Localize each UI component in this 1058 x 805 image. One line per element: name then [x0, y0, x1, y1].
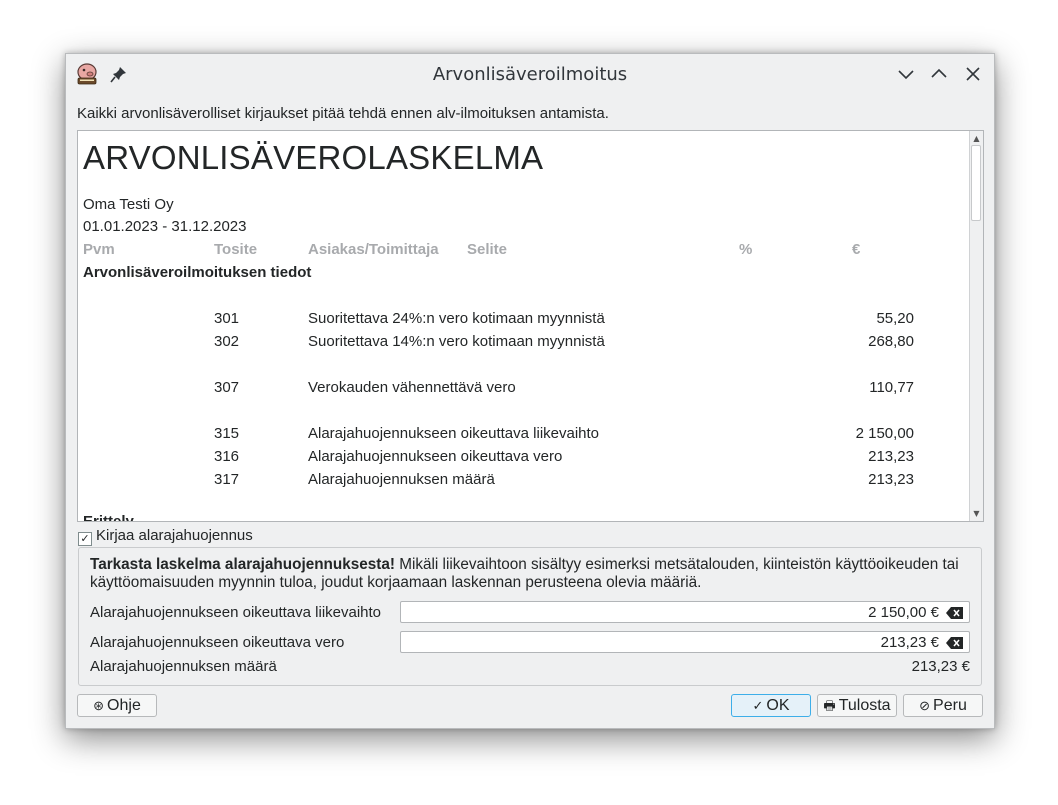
print-button[interactable]: 🖶 Tulosta — [817, 694, 897, 717]
column-header-date: Pvm — [83, 241, 115, 258]
table-row: 307 Verokauden vähennettävä vero 110,77 — [83, 379, 914, 399]
column-header-euro: € — [852, 241, 861, 258]
window-title: Arvonlisäveroilmoitus — [432, 64, 628, 85]
column-header-voucher: Tosite — [214, 241, 258, 258]
report-title: ARVONLISÄVEROLASKELMA — [83, 139, 544, 176]
relief-group: Tarkasta laskelma alarajahuojennuksesta!… — [78, 547, 982, 686]
row-amount: 213,23 — [868, 471, 914, 488]
printer-icon: 🖶 — [823, 698, 836, 713]
print-button-label: Tulosta — [838, 697, 891, 714]
table-row: 301 Suoritettava 24%:n vero kotimaan myy… — [83, 310, 914, 330]
scroll-up-icon[interactable]: ▲ — [972, 134, 981, 143]
company-name: Oma Testi Oy — [83, 196, 174, 213]
vertical-scrollbar[interactable]: ▲ ▼ — [969, 131, 983, 521]
turnover-input[interactable]: 2 150,00 € — [400, 601, 970, 623]
table-row: 317 Alarajahuojennuksen määrä 213,23 — [83, 471, 914, 491]
row-description: Alarajahuojennuksen määrä — [308, 471, 495, 488]
scrollbar-thumb[interactable] — [971, 145, 981, 221]
turnover-label: Alarajahuojennukseen oikeuttava liikevai… — [90, 604, 382, 621]
row-code: 316 — [214, 448, 240, 465]
cancel-icon: ⊘ — [919, 698, 931, 713]
vat-report-dialog: Arvonlisäveroilmoitus Kaikki arvonlisäve… — [65, 53, 995, 729]
row-description: Alarajahuojennukseen oikeuttava liikevai… — [308, 425, 600, 442]
row-description: Verokauden vähennettävä vero — [308, 379, 516, 396]
relief-amount-label: Alarajahuojennuksen määrä — [90, 658, 277, 675]
report-content: ARVONLISÄVEROLASKELMA Oma Testi Oy 01.01… — [83, 131, 969, 521]
column-header-description: Selite — [467, 241, 508, 258]
cut-off-section-title: Erittely — [83, 513, 134, 522]
minimize-button[interactable] — [896, 64, 916, 84]
table-row: 302 Suoritettava 14%:n vero kotimaan myy… — [83, 333, 914, 353]
row-description: Alarajahuojennukseen oikeuttava vero — [308, 448, 563, 465]
relief-warning: Tarkasta laskelma alarajahuojennuksesta!… — [90, 556, 971, 592]
chevron-up-icon — [931, 68, 947, 78]
relief-amount-value: 213,23 € — [911, 658, 970, 675]
row-code: 302 — [214, 333, 240, 350]
row-amount: 110,77 — [869, 379, 914, 396]
apply-relief-checkbox[interactable]: ✓ Kirjaa alarajahuojennus — [78, 527, 253, 546]
close-button[interactable] — [963, 64, 983, 84]
cancel-button-label: Peru — [933, 697, 967, 714]
help-icon: ⊛ — [93, 698, 105, 713]
checkmark-icon: ✓ — [752, 698, 764, 713]
section-title: Arvonlisäveroilmoituksen tiedot — [83, 264, 312, 281]
row-code: 317 — [214, 471, 240, 488]
clear-icon[interactable] — [946, 637, 963, 649]
help-button[interactable]: ⊛ Ohje — [77, 694, 157, 717]
table-row: 316 Alarajahuojennukseen oikeuttava vero… — [83, 448, 914, 468]
row-code: 301 — [214, 310, 240, 327]
ok-button[interactable]: ✓ OK — [731, 694, 811, 717]
row-code: 315 — [214, 425, 240, 442]
title-bar[interactable]: Arvonlisäveroilmoitus — [66, 54, 994, 94]
checkbox-label: Kirjaa alarajahuojennus — [96, 527, 253, 544]
turnover-value: 2 150,00 € — [868, 604, 939, 621]
table-row: 315 Alarajahuojennukseen oikeuttava liik… — [83, 425, 914, 445]
report-period: 01.01.2023 - 31.12.2023 — [83, 218, 247, 235]
row-amount: 268,80 — [868, 333, 914, 350]
info-text: Kaikki arvonlisäverolliset kirjaukset pi… — [77, 105, 609, 122]
tax-input[interactable]: 213,23 € — [400, 631, 970, 653]
row-description: Suoritettava 14%:n vero kotimaan myynnis… — [308, 333, 605, 350]
help-button-label: Ohje — [107, 697, 141, 714]
scroll-down-icon[interactable]: ▼ — [972, 509, 981, 518]
clear-icon[interactable] — [946, 607, 963, 619]
tax-label: Alarajahuojennukseen oikeuttava vero — [90, 634, 345, 651]
report-view[interactable]: ARVONLISÄVEROLASKELMA Oma Testi Oy 01.01… — [77, 130, 984, 522]
cancel-button[interactable]: ⊘ Peru — [903, 694, 983, 717]
warning-bold: Tarkasta laskelma alarajahuojennuksesta! — [90, 556, 395, 573]
row-amount: 213,23 — [868, 448, 914, 465]
maximize-button[interactable] — [929, 64, 949, 84]
close-icon — [966, 67, 980, 81]
row-amount: 2 150,00 — [855, 425, 914, 442]
column-header-percent: % — [739, 241, 753, 258]
row-description: Suoritettava 24%:n vero kotimaan myynnis… — [308, 310, 605, 327]
row-amount: 55,20 — [876, 310, 914, 327]
chevron-down-icon — [898, 70, 914, 80]
row-code: 307 — [214, 379, 240, 396]
checkbox-checked-icon[interactable]: ✓ — [78, 532, 92, 546]
column-header-party: Asiakas/Toimittaja — [308, 241, 439, 258]
ok-button-label: OK — [766, 697, 790, 714]
tax-value: 213,23 € — [880, 634, 939, 651]
